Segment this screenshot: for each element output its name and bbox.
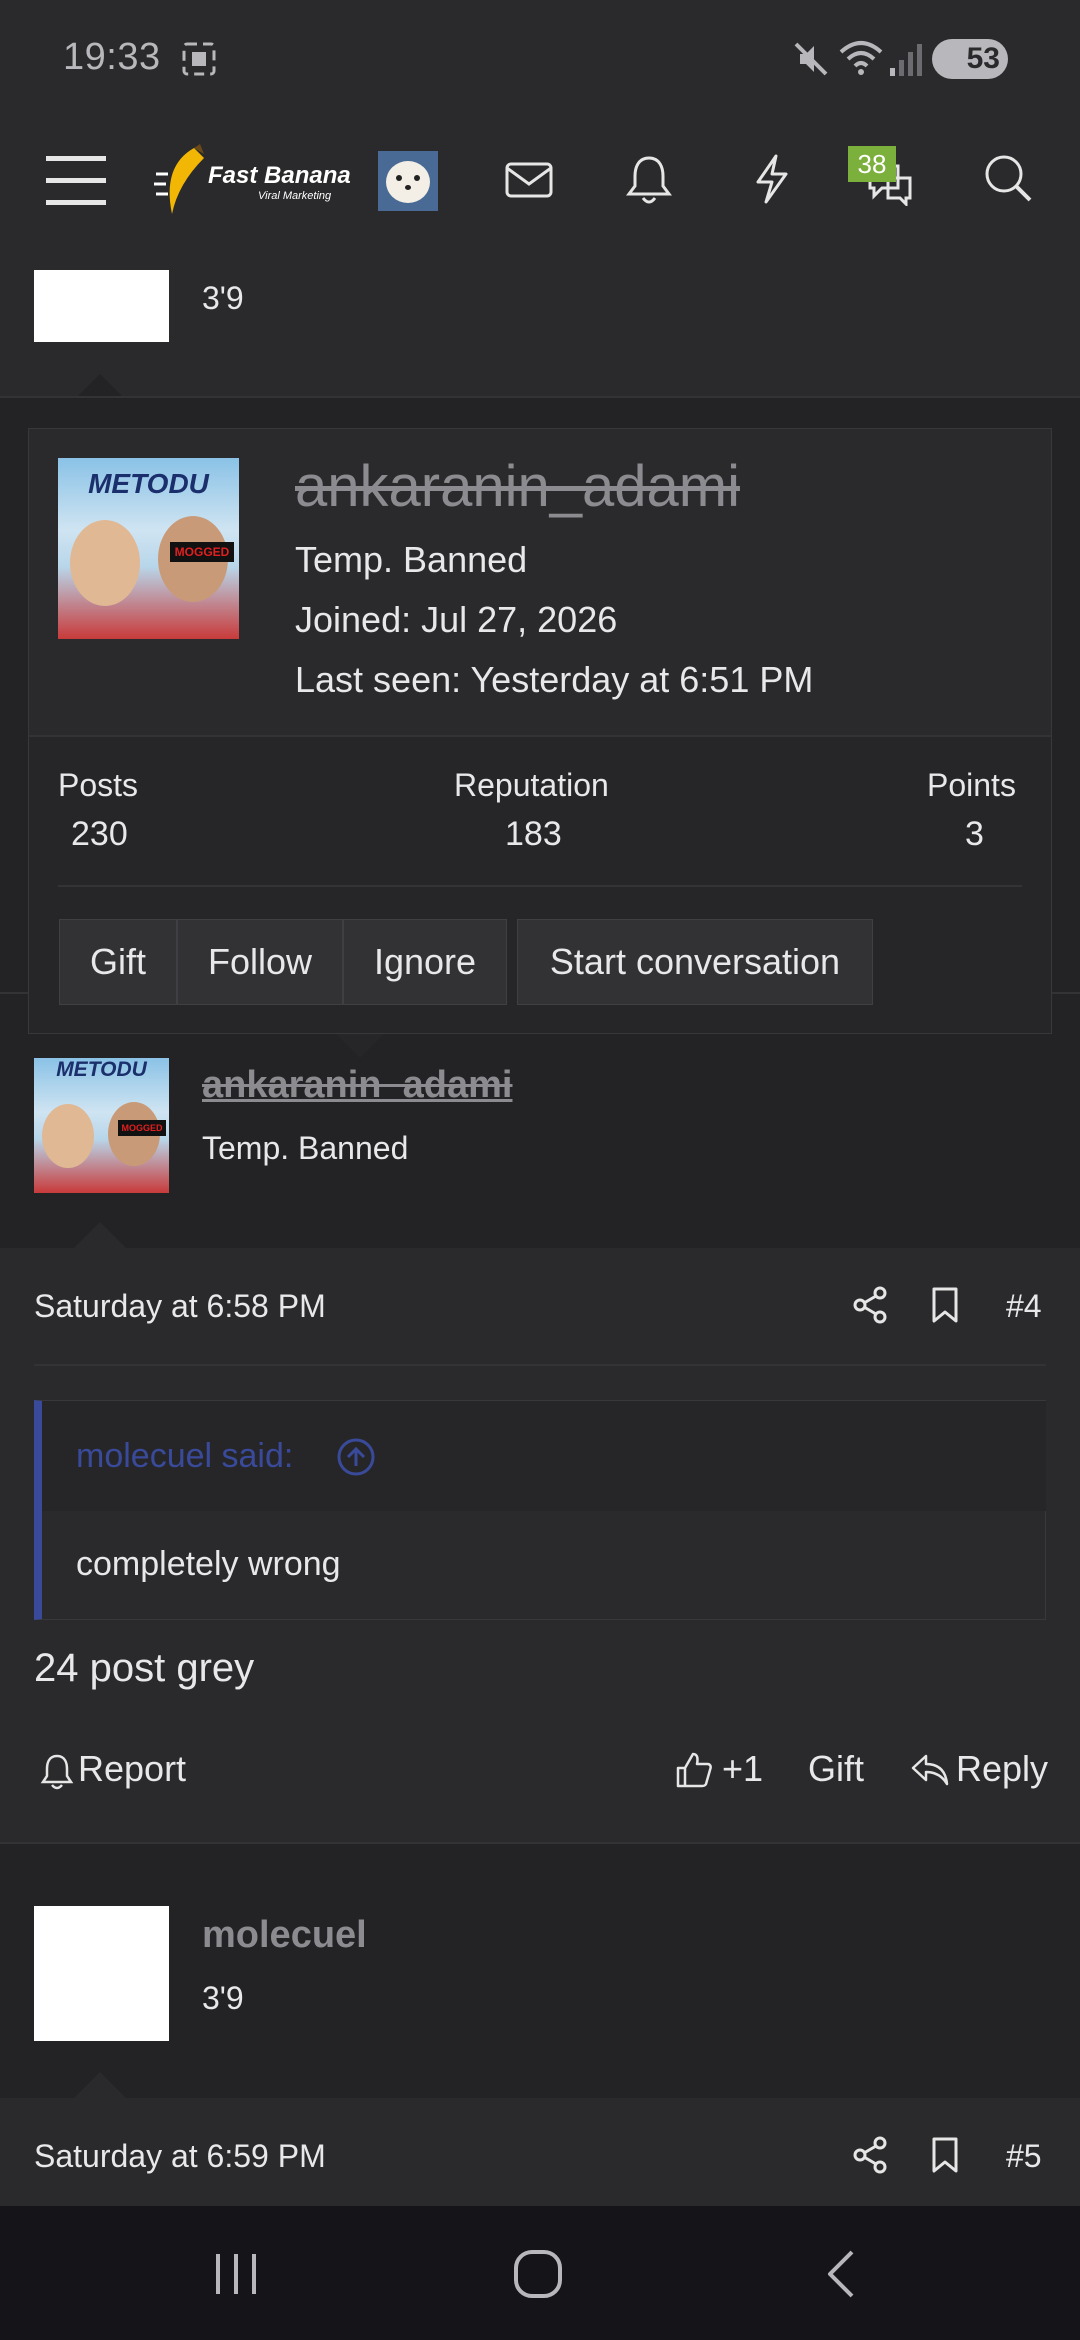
bookmark-icon[interactable] bbox=[930, 1286, 960, 1324]
share-icon[interactable] bbox=[852, 1286, 888, 1324]
status-bar: 19:33 53 bbox=[0, 0, 1080, 120]
stat-points-label: Points bbox=[927, 767, 1016, 803]
envelope-icon[interactable] bbox=[504, 154, 554, 204]
reply-icon bbox=[911, 1754, 949, 1786]
divider bbox=[0, 396, 1080, 398]
stat-reputation-label: Reputation bbox=[454, 767, 609, 803]
post-body-text: 24 post grey bbox=[34, 1646, 255, 1690]
hamburger-menu-icon[interactable] bbox=[44, 150, 108, 210]
bell-icon bbox=[40, 1754, 74, 1790]
avatar-face-left bbox=[70, 520, 140, 606]
post-date[interactable]: Saturday at 6:59 PM bbox=[34, 2138, 326, 2175]
stat-posts-label: Posts bbox=[58, 767, 139, 803]
member-card-avatar[interactable]: METODU MOGGED bbox=[58, 458, 239, 639]
quote-text: completely wrong bbox=[76, 1545, 341, 1583]
search-icon[interactable] bbox=[982, 152, 1034, 204]
quote-jump-icon[interactable] bbox=[336, 1437, 376, 1477]
prev-post-avatar[interactable] bbox=[34, 270, 169, 342]
divider bbox=[34, 1364, 1046, 1366]
divider bbox=[0, 1842, 1080, 1844]
post-number-link[interactable]: #4 bbox=[1006, 1288, 1042, 1325]
ignore-button[interactable]: Ignore bbox=[343, 919, 507, 1005]
system-navigation-bar bbox=[0, 2206, 1080, 2340]
battery-indicator: 53 bbox=[932, 39, 1008, 79]
member-username[interactable]: ankaranin_adami bbox=[295, 453, 740, 520]
post-date[interactable]: Saturday at 6:58 PM bbox=[34, 1288, 326, 1325]
logo-subtext: Viral Marketing bbox=[258, 190, 332, 202]
gift-link[interactable]: Gift bbox=[808, 1748, 864, 1790]
post-author-username[interactable]: molecuel bbox=[202, 1914, 367, 1957]
member-last-seen: Last seen: Yesterday at 6:51 PM bbox=[295, 659, 814, 700]
share-icon[interactable] bbox=[852, 2136, 888, 2174]
messages-count-badge: 38 bbox=[848, 146, 896, 182]
post-author-avatar[interactable] bbox=[34, 1906, 169, 2041]
member-tooltip-card: METODU MOGGED ankaranin_adami Temp. Bann… bbox=[28, 428, 1052, 1034]
post-author-caret bbox=[74, 1222, 126, 1248]
member-joined: Joined: Jul 27, 2026 bbox=[295, 599, 618, 640]
post-author-caret bbox=[74, 2072, 126, 2098]
wifi-icon bbox=[838, 38, 884, 78]
stat-reputation-value[interactable]: 183 bbox=[505, 815, 562, 854]
post-author-title: Temp. Banned bbox=[202, 1130, 409, 1166]
report-label: Report bbox=[78, 1748, 187, 1789]
avatar-art-title: METODU bbox=[88, 468, 209, 499]
start-conversation-button[interactable]: Start conversation bbox=[517, 919, 873, 1005]
prev-post-user-title: 3'9 bbox=[202, 280, 244, 316]
back-icon[interactable] bbox=[820, 2248, 864, 2300]
quote-block: molecuel said: completely wrong bbox=[34, 1400, 1046, 1620]
follow-button[interactable]: Follow bbox=[177, 919, 343, 1005]
mute-icon bbox=[792, 40, 830, 78]
avatar-art-title: METODU bbox=[56, 1058, 147, 1081]
status-clock: 19:33 bbox=[63, 36, 161, 78]
signal-icon bbox=[890, 42, 922, 76]
post-number-link[interactable]: #5 bbox=[1006, 2138, 1042, 2175]
post-author-title: 3'9 bbox=[202, 1980, 244, 2016]
avatar-tag: MOGGED bbox=[118, 1120, 166, 1136]
quote-author-link[interactable]: molecuel said: bbox=[76, 1437, 293, 1476]
bell-icon[interactable] bbox=[624, 152, 674, 206]
reply-label: Reply bbox=[956, 1748, 1049, 1789]
thumbs-up-icon bbox=[676, 1752, 712, 1788]
site-logo[interactable]: Fast Banana Viral Marketing bbox=[154, 144, 351, 218]
post-author-avatar[interactable]: METODU MOGGED bbox=[34, 1058, 169, 1193]
gift-button[interactable]: Gift bbox=[59, 919, 177, 1005]
like-count: +1 bbox=[722, 1748, 764, 1789]
divider bbox=[58, 885, 1022, 887]
avatar-tag: MOGGED bbox=[170, 542, 234, 562]
avatar-face-left bbox=[42, 1104, 94, 1168]
logo-text: Fast Banana bbox=[208, 162, 351, 189]
tooltip-pointer bbox=[336, 1034, 384, 1058]
post-author-username[interactable]: ankaranin_adami bbox=[202, 1064, 512, 1107]
lightning-icon[interactable] bbox=[746, 152, 796, 206]
divider bbox=[29, 735, 1051, 737]
bookmark-icon[interactable] bbox=[930, 2136, 960, 2174]
home-icon[interactable] bbox=[512, 2248, 564, 2300]
stat-posts-value[interactable]: 230 bbox=[71, 815, 128, 854]
stat-points-value[interactable]: 3 bbox=[965, 815, 984, 854]
screenshot-icon bbox=[180, 40, 218, 78]
recent-apps-icon[interactable] bbox=[212, 2250, 260, 2298]
user-avatar[interactable] bbox=[378, 151, 438, 211]
member-status: Temp. Banned bbox=[295, 539, 528, 580]
